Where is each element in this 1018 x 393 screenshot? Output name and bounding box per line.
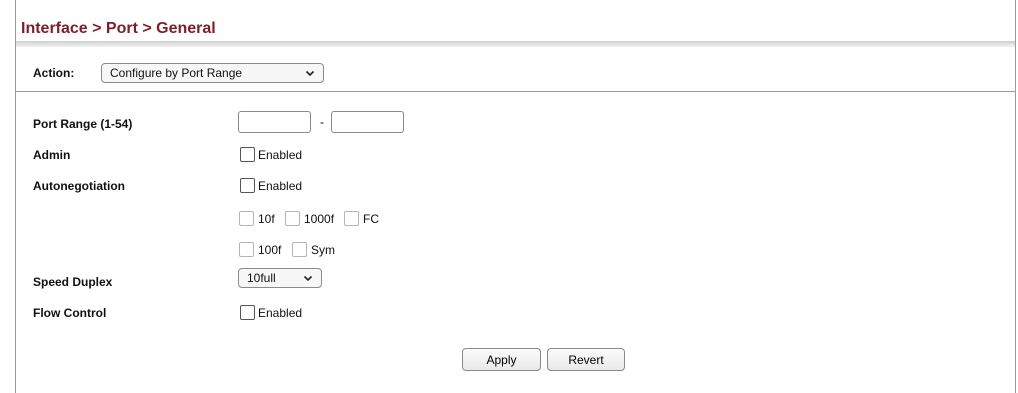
speed-duplex-select[interactable]: 10full [238,268,322,288]
chevron-down-icon [305,70,315,77]
section-divider [16,91,1015,92]
admin-label: Admin [33,148,71,162]
frame-left-border [15,0,16,393]
capability-1000f-label: 1000f [304,212,335,226]
action-select[interactable]: Configure by Port Range [101,63,324,83]
capability-10f-label: 10f [258,212,275,226]
action-select-value: Configure by Port Range [110,66,243,80]
speed-duplex-label: Speed Duplex [33,275,113,289]
capability-sym-checkbox[interactable] [292,242,307,257]
action-label: Action: [33,66,75,80]
flow-control-label: Flow Control [33,306,107,320]
admin-enabled-label: Enabled [258,148,303,162]
port-range-from-input[interactable] [238,111,311,133]
title-divider [16,41,1015,47]
port-range-to-input[interactable] [331,111,404,133]
capability-1000f-checkbox[interactable] [285,211,300,226]
speed-duplex-select-value: 10full [247,271,276,285]
capability-100f-checkbox[interactable] [239,242,254,257]
frame-right-border [1015,0,1016,393]
admin-enabled-checkbox[interactable] [240,147,255,162]
autonegotiation-enabled-checkbox[interactable] [240,178,255,193]
flow-control-enabled-label: Enabled [258,306,303,320]
autonegotiation-label: Autonegotiation [33,179,125,193]
revert-button[interactable]: Revert [547,348,625,371]
page-title: Interface > Port > General [21,20,216,37]
capability-sym-label: Sym [311,243,335,257]
capability-10f-checkbox[interactable] [239,211,254,226]
capability-fc-label: FC [363,212,379,226]
chevron-down-icon [303,275,313,282]
port-range-separator: - [320,115,324,129]
autonegotiation-enabled-label: Enabled [258,179,303,193]
flow-control-enabled-checkbox[interactable] [240,305,255,320]
capability-fc-checkbox[interactable] [344,211,359,226]
apply-button[interactable]: Apply [462,348,541,371]
capability-100f-label: 100f [258,243,282,257]
action-row: Action: Configure by Port Range [33,62,324,84]
port-range-label: Port Range (1-54) [33,117,133,131]
